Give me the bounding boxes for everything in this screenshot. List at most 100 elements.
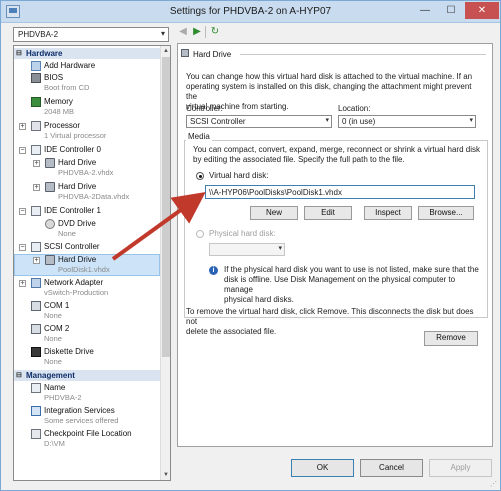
expand-icon[interactable]: +: [33, 160, 40, 167]
location-value: 0 (in use): [342, 117, 376, 126]
tree-item-detail: D:\VM: [44, 439, 65, 448]
hardware-header-label: Hardware: [26, 49, 63, 58]
com-port-icon: [31, 324, 41, 334]
tree-item-network-adapter[interactable]: + Network Adapter vSwitch-Production: [14, 278, 160, 298]
title-bar: Settings for PHDVBA-2 on A-HYP07 — ☐ ✕: [1, 1, 500, 23]
settings-window: Settings for PHDVBA-2 on A-HYP07 — ☐ ✕ P…: [0, 0, 501, 491]
new-button[interactable]: New: [250, 206, 298, 220]
back-arrow-icon[interactable]: ◀: [177, 26, 189, 38]
chevron-down-icon: ▾: [160, 29, 165, 38]
virtual-disk-radio[interactable]: [196, 172, 204, 180]
media-label: Media: [186, 132, 212, 141]
hard-drive-icon: [45, 182, 55, 192]
tree-item-name[interactable]: Name PHDVBA-2: [14, 383, 160, 403]
minimize-button[interactable]: —: [413, 2, 437, 19]
tree-item-checkpoint-location[interactable]: Checkpoint File Location D:\VM: [14, 429, 160, 449]
expand-icon[interactable]: +: [33, 257, 40, 264]
inspect-button[interactable]: Inspect: [364, 206, 412, 220]
collapse-icon[interactable]: −: [19, 208, 26, 215]
expand-icon[interactable]: +: [19, 280, 26, 287]
forward-arrow-icon[interactable]: ▶: [191, 26, 203, 38]
info-icon: i: [209, 266, 218, 275]
close-button[interactable]: ✕: [465, 2, 499, 19]
info-line: disk is offline. Use Disk Management on …: [224, 275, 456, 294]
tree-item-diskette-drive[interactable]: Diskette Drive None: [14, 347, 160, 367]
maximize-button[interactable]: ☐: [439, 2, 463, 19]
tree-item-scsi-controller[interactable]: − SCSI Controller: [14, 242, 160, 252]
tree-item-label: Network Adapter: [44, 278, 104, 287]
tree-item-detail: 2048 MB: [44, 107, 75, 116]
browse-button[interactable]: Browse...: [418, 206, 474, 220]
hard-drive-icon: [45, 158, 55, 168]
tree-item-detail: None: [44, 311, 62, 320]
tree-item-ide-controller-0[interactable]: − IDE Controller 0: [14, 145, 160, 155]
tree-item-detail: PoolDisk1.vhdx: [58, 265, 110, 274]
tree-item-label: Checkpoint File Location: [44, 429, 132, 438]
physical-disk-radio[interactable]: [196, 230, 204, 238]
tree-item-memory[interactable]: Memory 2048 MB: [14, 97, 160, 117]
tree-item-dvd-drive[interactable]: DVD Drive None: [14, 219, 160, 239]
controller-dropdown[interactable]: SCSI Controller ▾: [186, 115, 332, 128]
cancel-button[interactable]: Cancel: [360, 459, 423, 477]
expand-icon[interactable]: +: [33, 184, 40, 191]
section-divider: [240, 54, 486, 55]
apply-button[interactable]: Apply: [429, 459, 492, 477]
vm-selector-value: PHDVBA-2: [18, 30, 59, 39]
tree-item-label: Add Hardware: [44, 61, 96, 70]
resize-grip-icon[interactable]: ⋰: [490, 480, 499, 489]
collapse-icon[interactable]: −: [19, 244, 26, 251]
hard-drive-icon: [45, 255, 55, 265]
tree-item-scsi-hard-drive[interactable]: + Hard Drive PoolDisk1.vhdx: [14, 254, 160, 276]
section-title: Hard Drive: [193, 50, 232, 59]
tree-item-com2[interactable]: COM 2 None: [14, 324, 160, 344]
hard-drive-icon: [181, 49, 189, 57]
scroll-down-icon[interactable]: ▼: [161, 470, 170, 480]
physical-disk-dropdown[interactable]: ▾: [209, 243, 285, 256]
diskette-icon: [31, 347, 41, 357]
tree-item-label: Integration Services: [44, 406, 115, 415]
info-line: physical hard disks.: [224, 295, 294, 304]
expand-icon[interactable]: +: [19, 123, 26, 130]
edit-button[interactable]: Edit: [304, 206, 352, 220]
scroll-thumb[interactable]: [162, 57, 170, 357]
refresh-icon[interactable]: ↻: [209, 26, 221, 38]
tree-item-detail: None: [44, 334, 62, 343]
tree-item-detail: None: [58, 229, 76, 238]
chevron-down-icon: ▾: [325, 117, 329, 124]
tree-item-label: SCSI Controller: [44, 242, 100, 251]
remove-button[interactable]: Remove: [424, 331, 478, 346]
tree-item-processor[interactable]: + Processor 1 Virtual processor: [14, 121, 160, 141]
virtual-disk-path-input[interactable]: \\A-HYP06\PoolDisks\PoolDisk1.vhdx: [205, 185, 475, 199]
tree-item-detail: vSwitch-Production: [44, 288, 109, 297]
chevron-down-icon: ▾: [278, 245, 282, 252]
remove-line: To remove the virtual hard disk, click R…: [186, 307, 474, 326]
tree-item-bios[interactable]: BIOS Boot from CD: [14, 73, 160, 93]
intro-line: operating system is installed on this di…: [186, 82, 472, 101]
tree-item-integration-services[interactable]: Integration Services Some services offer…: [14, 406, 160, 426]
tree-item-label: Hard Drive: [58, 158, 97, 167]
tree-item-label: COM 2: [44, 324, 70, 333]
tree-item-com1[interactable]: COM 1 None: [14, 301, 160, 321]
location-dropdown[interactable]: 0 (in use) ▾: [338, 115, 476, 128]
integration-services-icon: [31, 406, 41, 416]
management-header[interactable]: ⊟ Management: [14, 370, 160, 381]
tree-item-detail: Some services offered: [44, 416, 119, 425]
ok-button[interactable]: OK: [291, 459, 354, 477]
tree-item-ide0-hard-drive-2[interactable]: + Hard Drive PHDVBA-2Data.vhdx: [14, 182, 160, 202]
vm-selector[interactable]: PHDVBA-2 ▾: [13, 27, 169, 42]
scroll-up-icon[interactable]: ▲: [161, 46, 170, 56]
collapse-icon: ⊟: [16, 372, 22, 379]
tree-item-ide-controller-1[interactable]: − IDE Controller 1: [14, 206, 160, 216]
tree-item-ide0-hard-drive-1[interactable]: + Hard Drive PHDVBA-2.vhdx: [14, 158, 160, 178]
tree-scrollbar[interactable]: ▲ ▼: [160, 46, 170, 480]
controller-icon: [31, 242, 41, 252]
bios-chip-icon: [31, 73, 41, 83]
hardware-header[interactable]: ⊟ Hardware: [14, 48, 160, 59]
collapse-icon[interactable]: −: [19, 147, 26, 154]
intro-line: virtual machine from starting.: [186, 102, 289, 111]
tree-item-add-hardware[interactable]: Add Hardware: [14, 61, 160, 71]
tree-item-label: Diskette Drive: [44, 347, 94, 356]
dvd-drive-icon: [45, 219, 55, 229]
media-line: by editing the associated file. Specify …: [193, 155, 405, 164]
controller-icon: [31, 145, 41, 155]
